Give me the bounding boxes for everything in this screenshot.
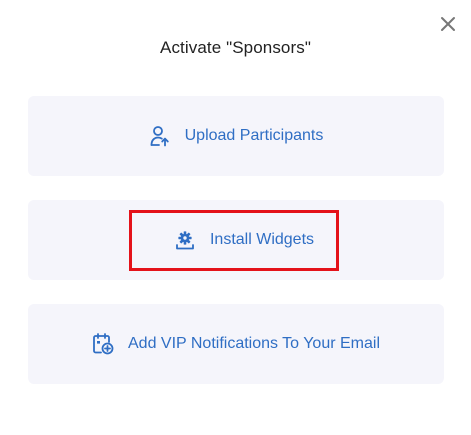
close-button[interactable] (437, 13, 459, 35)
add-vip-notifications-button[interactable]: Add VIP Notifications To Your Email (28, 304, 444, 384)
calendar-add-icon (92, 333, 114, 355)
upload-participants-label: Upload Participants (184, 127, 324, 144)
dialog-title: Activate "Sponsors" (160, 38, 311, 57)
activate-sponsors-dialog: Activate "Sponsors" Upload Participants (0, 0, 471, 435)
add-vip-notifications-label: Add VIP Notifications To Your Email (128, 335, 380, 352)
upload-participants-button[interactable]: Upload Participants (28, 96, 444, 176)
close-icon (441, 17, 455, 31)
highlight-box (129, 210, 339, 271)
user-upload-icon (149, 125, 171, 147)
